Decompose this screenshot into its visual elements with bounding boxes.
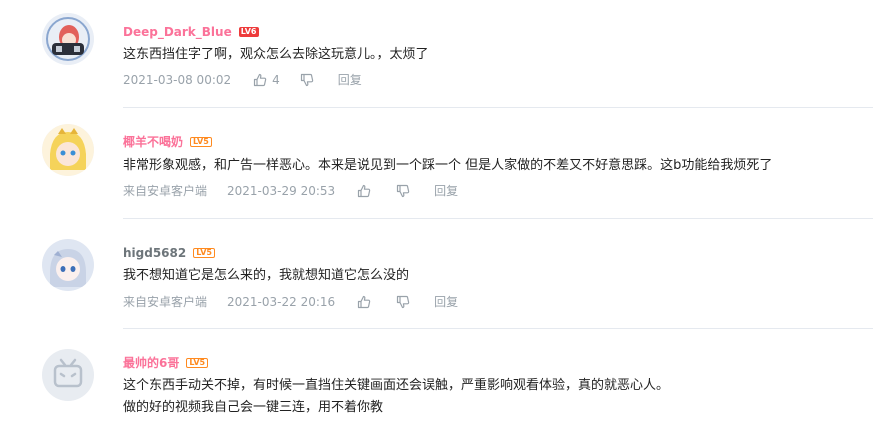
thumbs-down-icon <box>300 73 314 87</box>
thumbs-up-icon <box>254 73 267 87</box>
like-button[interactable] <box>357 184 376 198</box>
comment-text: 非常形象观感，和广告一样恶心。本来是说见到一个踩一个 但是人家做的不差又不好意思… <box>123 158 773 173</box>
reply-button[interactable]: 回复 <box>434 183 458 199</box>
username[interactable]: 最帅的6哥 LV5 <box>123 355 209 371</box>
client-source: 来自安卓客户端 <box>123 184 208 198</box>
level-badge: LV6 <box>238 26 259 37</box>
dislike-button[interactable] <box>396 295 410 309</box>
comment-meta: 来自安卓客户端 2021-03-22 20:16 回复 <box>123 294 458 310</box>
avatar[interactable] <box>42 124 94 176</box>
thumbs-up-icon <box>358 184 371 198</box>
reply-button[interactable]: 回复 <box>338 72 362 88</box>
dislike-button[interactable] <box>396 184 410 198</box>
comment-meta: 2021-03-08 00:02 4 回复 <box>123 72 362 88</box>
timestamp: 2021-03-08 00:02 <box>123 73 232 87</box>
reply-button[interactable]: 回复 <box>434 294 458 310</box>
comment-text: 做的好的视频我自己会一键三连，用不着你教 <box>123 400 384 415</box>
dislike-button[interactable] <box>300 73 314 87</box>
like-count: 4 <box>272 73 280 87</box>
thumbs-down-icon <box>397 295 410 309</box>
comment-text: 这东西挡住字了啊，观众怎么去除这玩意儿。，太烦了 <box>123 47 429 62</box>
comment-text: 这个东西手动关不掉，有时候一直挡住关键画面还会误触，严重影响观看体验，真的就恶心… <box>123 378 670 393</box>
thumbs-down-icon <box>397 184 410 198</box>
like-button[interactable]: 4 <box>253 72 280 88</box>
username[interactable]: higd5682 LV5 <box>123 245 215 261</box>
divider <box>123 328 873 329</box>
level-badge: LV5 <box>186 357 209 368</box>
comment-text: 我不想知道它是怎么来的，我就想知道它怎么没的 <box>123 268 410 283</box>
divider <box>123 218 873 219</box>
like-button[interactable] <box>357 295 376 309</box>
timestamp: 2021-03-29 20:53 <box>227 184 336 198</box>
avatar[interactable] <box>42 349 94 401</box>
level-badge: LV5 <box>193 247 215 258</box>
level-badge: LV5 <box>190 136 212 147</box>
username[interactable]: Deep_Dark_Blue LV6 <box>123 24 259 40</box>
thumbs-up-icon <box>358 295 371 309</box>
username[interactable]: 椰羊不喝奶 LV5 <box>123 134 212 150</box>
client-source: 来自安卓客户端 <box>123 295 208 309</box>
divider <box>123 107 873 108</box>
avatar[interactable] <box>42 13 94 65</box>
avatar[interactable] <box>42 239 94 291</box>
timestamp: 2021-03-22 20:16 <box>227 295 336 309</box>
comment-meta: 来自安卓客户端 2021-03-29 20:53 回复 <box>123 183 458 199</box>
